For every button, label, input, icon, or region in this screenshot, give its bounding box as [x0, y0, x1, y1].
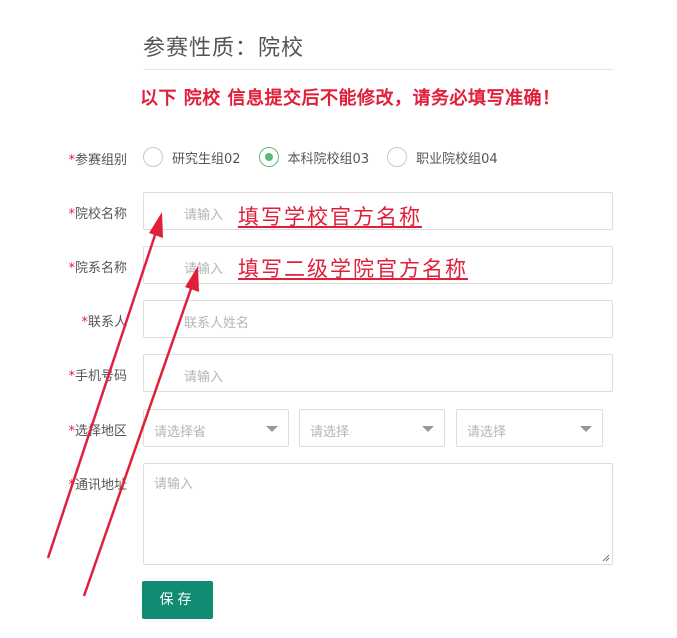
arrow-to-dept-icon: [82, 266, 199, 597]
arrow-to-school-icon: [46, 212, 163, 559]
annotation-arrows: [46, 212, 199, 597]
